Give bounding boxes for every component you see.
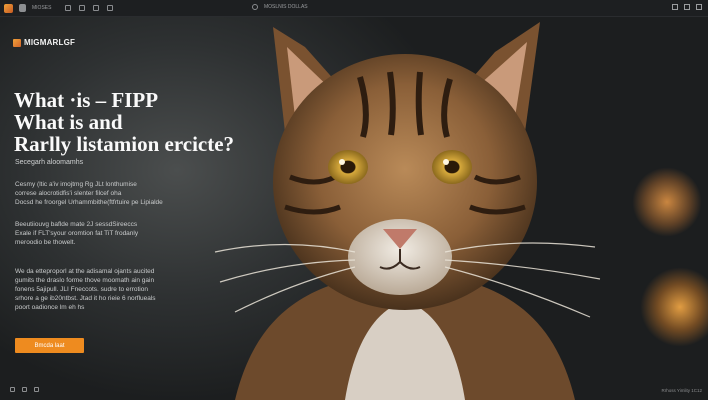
bokeh-light xyxy=(640,267,708,347)
paragraph-line: Docsd he froorgel Urhammbithe(ftfrtuire … xyxy=(15,199,163,206)
bokeh-light xyxy=(632,167,702,237)
paragraph-line: meroodio be thowelt. xyxy=(15,239,76,246)
window-controls xyxy=(672,4,702,10)
cta-button[interactable]: Bmcda laat xyxy=(15,338,84,353)
cat-photo xyxy=(214,22,601,400)
paragraph-line: We da etteproporl at the adisamal ojants… xyxy=(15,268,155,275)
close-icon[interactable] xyxy=(696,4,702,10)
notification-icon[interactable] xyxy=(34,387,39,392)
browser-tab-label[interactable]: MIOSES xyxy=(32,5,51,11)
hero-title-line: What is and xyxy=(14,110,123,134)
app-logo-icon[interactable] xyxy=(4,3,13,13)
hero-paragraph: Beeutiiouvg baflde mate 2J sessdSireeccs… xyxy=(15,220,205,247)
paragraph-line: Exale if FLT'syour oromtion fat TiT frod… xyxy=(15,230,139,237)
hero-paragraph: We da etteproporl at the adisamal ojants… xyxy=(15,267,205,312)
security-icon xyxy=(252,4,258,10)
paragraph-line: correse alocrotidfis'i slenter filcef oh… xyxy=(15,190,122,197)
hero-paragraph: Cesmy (ltic a'iv imojtmg Rg JLt lonthumi… xyxy=(15,180,205,207)
maximize-icon[interactable] xyxy=(684,4,690,10)
document-icon[interactable] xyxy=(19,4,26,12)
wifi-icon[interactable] xyxy=(22,387,27,392)
paragraph-line: Cesmy (ltic a'iv imojtmg Rg JLt lonthumi… xyxy=(15,181,137,188)
hero-title: What ·is – FIPP What is and Rarlly lista… xyxy=(14,89,254,155)
paragraph-line: fonens 5ajipull. JLI Fneccots. sudre to … xyxy=(15,286,148,293)
browser-toolbar: MIOSES MOSLNIS DOLLAS xyxy=(0,0,708,17)
hero-subtitle: Secegarh aloomamhs xyxy=(15,159,84,166)
back-icon[interactable] xyxy=(107,5,114,11)
footer-icons xyxy=(10,387,39,392)
hero-title-line: Rarlly listamion ercicte? xyxy=(14,132,235,156)
address-bar[interactable]: MOSLNIS DOLLAS xyxy=(252,4,308,10)
paragraph-line: gumits the draslo forme thove moomath ai… xyxy=(15,277,155,284)
brand-name: MIGMARLGF xyxy=(24,38,76,47)
paragraph-line: srhore a ge ib20ntbst. Jtad it ho rieie … xyxy=(15,295,156,302)
hero-title-line: What ·is – FIPP xyxy=(14,88,159,112)
settings-icon[interactable] xyxy=(10,387,15,392)
paragraph-line: Beeutiiouvg baflde mate 2J sessdSireeccs xyxy=(15,221,138,228)
address-text[interactable]: MOSLNIS DOLLAS xyxy=(264,4,308,10)
minimize-icon[interactable] xyxy=(672,4,678,10)
grid-icon[interactable] xyxy=(65,5,72,11)
footer-text: Rrhoss Yimlity 1C12 xyxy=(661,388,702,393)
image-icon[interactable] xyxy=(93,5,100,11)
brand-mark-icon xyxy=(13,38,21,47)
hero-section: MIGMARLGF What ·is – FIPP What is and Ra… xyxy=(0,17,708,400)
brand-logo[interactable]: MIGMARLGF xyxy=(13,38,75,47)
heart-icon[interactable] xyxy=(79,5,86,11)
paragraph-line: poort oadionce lm eh hs xyxy=(15,304,85,311)
